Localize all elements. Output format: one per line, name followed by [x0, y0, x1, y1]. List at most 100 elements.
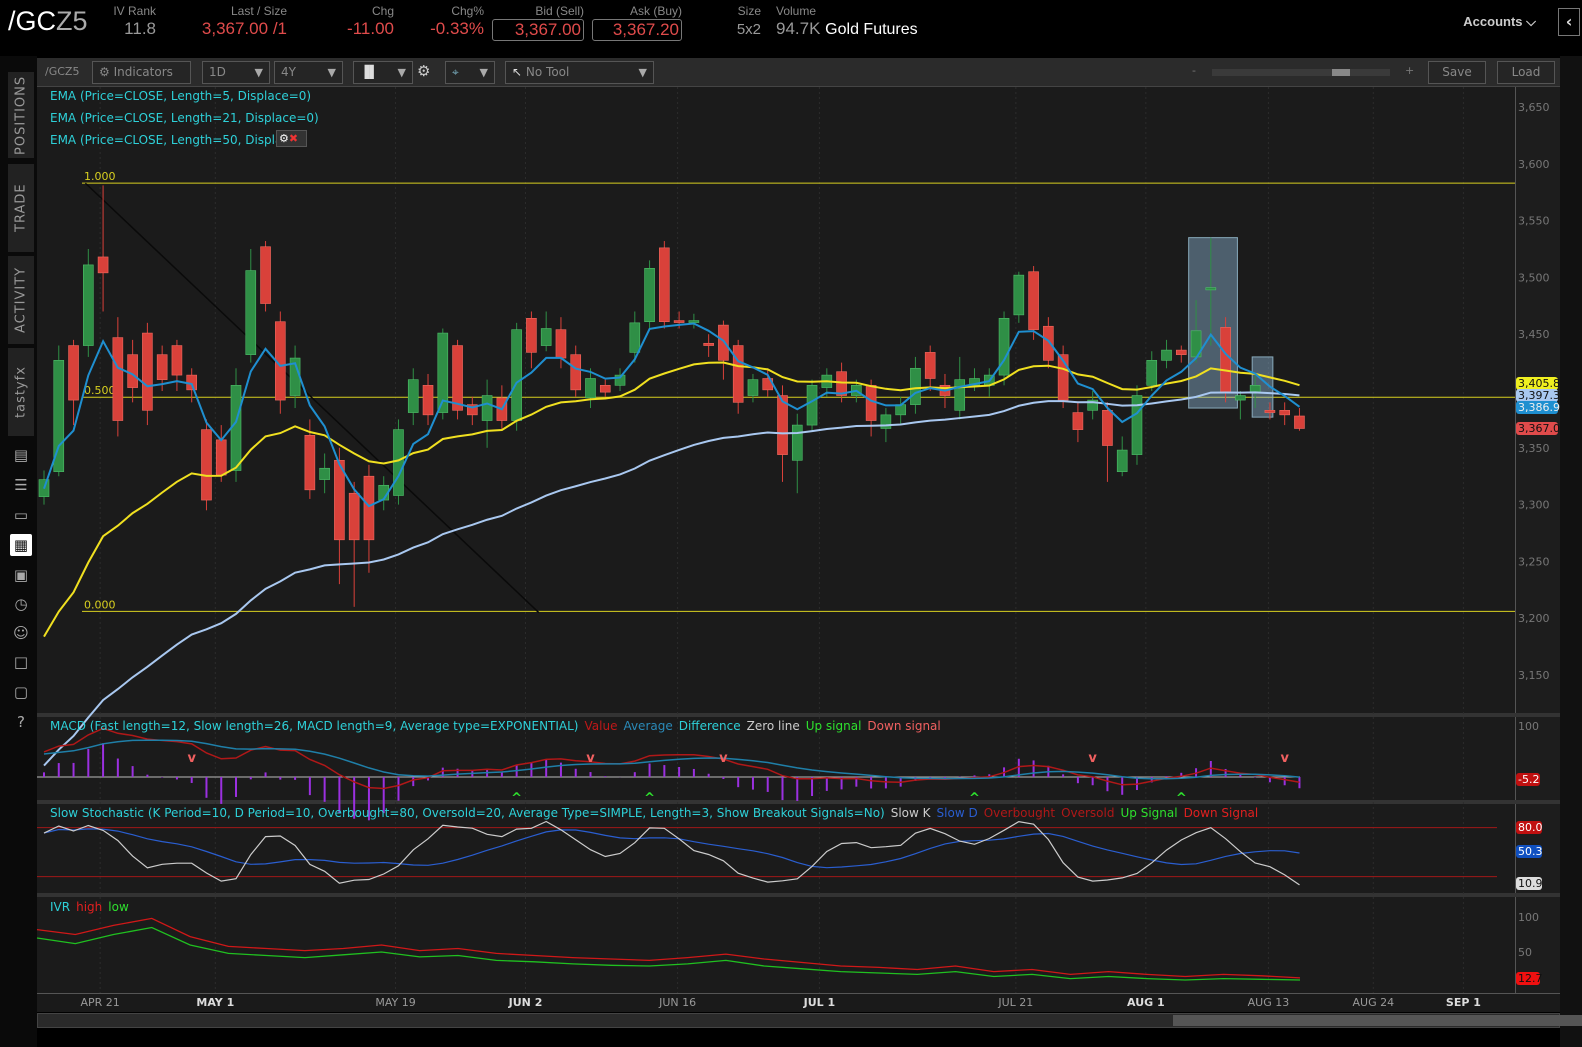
- last-price-badge: 3,367.0: [1516, 422, 1560, 435]
- macd-axis-label: 100: [1518, 720, 1539, 733]
- study-ema5-label[interactable]: EMA (Price=CLOSE, Length=5, Displace=0): [50, 89, 311, 103]
- fib-level-label: 1.000: [84, 170, 116, 183]
- price-tick-label: 3,500: [1518, 271, 1550, 284]
- candle-body: [1146, 360, 1158, 386]
- candle-body: [1102, 410, 1113, 446]
- candle-body: [1161, 349, 1172, 361]
- macd-down-signal: v: [187, 751, 196, 766]
- candle-body: [1013, 274, 1025, 316]
- macd-up-signal: ^: [644, 791, 655, 806]
- date-tick-label: AUG 24: [1353, 996, 1395, 1009]
- price-tick-label: 3,650: [1518, 101, 1550, 114]
- macd-legend-difference: Difference: [678, 719, 741, 733]
- study-ema50-label[interactable]: EMA (Price=CLOSE, Length=50, Displace: [50, 133, 296, 147]
- candle-body: [924, 352, 936, 379]
- candle-body: [142, 332, 153, 411]
- price-tick-label: 3,350: [1518, 442, 1550, 455]
- candle-body: [644, 268, 655, 323]
- price-tick-label: 3,200: [1518, 612, 1550, 625]
- stoch-legend-down: Down Signal: [1183, 806, 1259, 820]
- candle-body: [68, 345, 79, 401]
- candle-body: [599, 385, 611, 393]
- candle-body: [245, 270, 257, 355]
- price-tick-label: 3,300: [1518, 499, 1550, 512]
- date-tick-label: AUG 13: [1248, 996, 1290, 1009]
- macd-down-signal: v: [1088, 751, 1097, 766]
- trendline: [84, 182, 540, 614]
- macd-study-label[interactable]: MACD (Fast length=12, Slow length=26, MA…: [50, 719, 941, 733]
- candle-body: [1028, 271, 1039, 330]
- ivr-legend-low: low: [108, 900, 129, 914]
- ivr-title: IVR: [50, 900, 71, 914]
- stoch-legend-os: Oversold: [1061, 806, 1115, 820]
- candle-body: [1279, 410, 1290, 416]
- candle-body: [570, 354, 582, 391]
- candle-body: [156, 354, 168, 380]
- macd-value-line: [43, 727, 1300, 790]
- ivr-legend-high: high: [76, 900, 103, 914]
- candle-body: [777, 395, 788, 455]
- candle-body: [585, 378, 596, 399]
- fib-level-label: 0.000: [84, 598, 116, 611]
- slow-k-badge: 10.9: [1516, 877, 1543, 890]
- price-tick-label: 3,600: [1518, 158, 1550, 171]
- candle-body: [334, 459, 345, 541]
- candle-body: [260, 246, 271, 304]
- macd-up-signal: ^: [969, 791, 980, 806]
- date-tick-label: JUN 16: [658, 996, 696, 1009]
- study-ema21-label[interactable]: EMA (Price=CLOSE, Length=21, Displace=0): [50, 111, 319, 125]
- macd-value-badge: -5.2: [1516, 773, 1540, 786]
- candle-body: [673, 320, 685, 323]
- candle-body: [319, 467, 330, 480]
- ivr-axis-100: 100: [1518, 911, 1539, 924]
- candle-body: [1264, 410, 1276, 413]
- study-remove-icon[interactable]: ✖: [289, 132, 298, 145]
- price-tick-label: 3,150: [1518, 669, 1550, 682]
- macd-down-signal: v: [586, 751, 595, 766]
- candle-body: [1116, 449, 1128, 472]
- candle-body: [452, 345, 463, 411]
- date-tick-label: JUL 1: [803, 996, 836, 1009]
- study-settings-icon[interactable]: ⚙: [279, 132, 289, 145]
- date-tick-label: MAY 19: [375, 996, 415, 1009]
- stoch-study-label[interactable]: Slow Stochastic (K Period=10, D Period=1…: [50, 806, 1258, 820]
- date-tick-label: JUL 21: [997, 996, 1033, 1009]
- candle-body: [171, 345, 183, 376]
- ivr-value-badge: 12.7: [1516, 972, 1543, 985]
- candle-body: [526, 317, 537, 353]
- study-controls: ⚙✖: [276, 130, 307, 147]
- candle-body: [865, 385, 877, 421]
- macd-legend-average: Average: [623, 719, 673, 733]
- macd-legend-value: Value: [584, 719, 618, 733]
- price-tick-label: 3,550: [1518, 215, 1550, 228]
- candle-body: [1205, 287, 1217, 291]
- macd-legend-up: Up signal: [805, 719, 862, 733]
- macd-average-line: [43, 739, 1300, 780]
- macd-legend-down: Down signal: [867, 719, 941, 733]
- macd-legend-zero: Zero line: [746, 719, 800, 733]
- candle-body: [363, 475, 375, 541]
- candle-body: [703, 342, 714, 346]
- ema5-price-badge: 3,386.9: [1516, 401, 1560, 414]
- macd-down-signal: v: [719, 751, 728, 766]
- candle-body: [393, 429, 404, 496]
- stoch-slow-k-line: [43, 820, 1300, 886]
- candle-body: [1235, 395, 1246, 401]
- candle-body: [127, 354, 138, 388]
- macd-up-signal: ^: [511, 791, 522, 806]
- candle-body: [201, 429, 212, 501]
- price-tick-label: 3,450: [1518, 328, 1550, 341]
- candle-body: [230, 385, 242, 471]
- price-tick-label: 3,250: [1518, 555, 1550, 568]
- candle-body: [1072, 412, 1084, 430]
- date-tick-label: APR 21: [80, 996, 119, 1009]
- candle-body: [481, 395, 493, 421]
- candle-body: [348, 492, 360, 541]
- fib-level-label: 0.500: [84, 384, 116, 397]
- candle-body: [1294, 415, 1305, 429]
- candle-body: [1043, 325, 1054, 361]
- stoch-legend-up: Up Signal: [1120, 806, 1178, 820]
- macd-up-signal: ^: [1176, 791, 1187, 806]
- candle-body: [791, 424, 803, 461]
- ivr-study-label[interactable]: IVR high low: [50, 900, 129, 914]
